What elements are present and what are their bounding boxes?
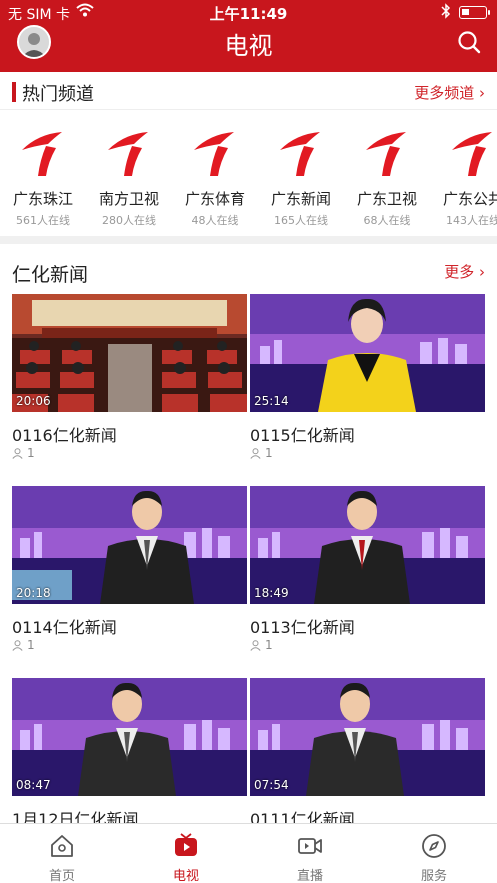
video-duration: 20:06 xyxy=(16,394,51,408)
channel-item[interactable]: 广东新闻 165人在线 xyxy=(258,112,344,230)
video-title: 0113仁化新闻 xyxy=(250,618,355,637)
compass-icon xyxy=(422,834,446,858)
status-bar: 无 SIM 卡 上午11:49 xyxy=(0,0,497,24)
channel-name: 广东公共 xyxy=(442,190,497,208)
channel-logo-icon xyxy=(452,132,492,176)
news-section-title: 仁化新闻 xyxy=(12,264,89,286)
channel-online-count: 143人在线 xyxy=(446,214,497,227)
channel-item[interactable]: 广东卫视 68人在线 xyxy=(344,112,430,230)
tv-icon xyxy=(175,833,197,856)
video-title: 0114仁化新闻 xyxy=(12,618,117,637)
channel-online-count: 165人在线 xyxy=(274,214,328,227)
video-thumbnail[interactable]: 25:14 xyxy=(250,294,485,412)
video-duration: 18:49 xyxy=(254,586,289,600)
channel-online-count: 48人在线 xyxy=(191,214,239,227)
channel-logo-icon xyxy=(194,132,234,176)
video-card[interactable]: 18:49 0113仁化新闻 1 xyxy=(250,486,485,676)
tab-live[interactable]: 直播 xyxy=(248,824,372,883)
channel-item[interactable]: 广东珠江 561人在线 xyxy=(0,112,86,230)
video-card[interactable]: 20:06 0116仁化新闻 1 xyxy=(12,294,247,484)
video-thumbnail[interactable]: 20:06 xyxy=(12,294,247,412)
video-title: 0116仁化新闻 xyxy=(12,426,117,445)
channel-logo-icon xyxy=(22,132,62,176)
video-title: 0115仁化新闻 xyxy=(250,426,355,445)
user-icon xyxy=(250,447,261,459)
hot-channels-header: 热门频道 更多频道 › xyxy=(0,72,497,110)
news-section-header: 仁化新闻 更多 › xyxy=(0,248,497,288)
user-icon xyxy=(250,639,261,651)
channel-name: 广东体育 xyxy=(184,190,245,208)
channel-item[interactable]: 南方卫视 280人在线 xyxy=(86,112,172,230)
video-card[interactable]: 25:14 0115仁化新闻 1 xyxy=(250,294,485,484)
video-duration: 20:18 xyxy=(16,586,51,600)
hot-channels-title: 热门频道 xyxy=(22,84,94,105)
page-title: 电视 xyxy=(224,32,273,60)
channel-logo-icon xyxy=(366,132,406,176)
tab-services[interactable]: 服务 xyxy=(372,824,496,883)
channel-online-count: 68人在线 xyxy=(363,214,411,227)
channel-item[interactable]: 广东公共 143人在线 xyxy=(430,112,497,230)
video-camera-icon xyxy=(298,838,322,854)
channel-online-count: 280人在线 xyxy=(102,214,156,227)
home-icon xyxy=(51,835,73,857)
channel-name: 广东新闻 xyxy=(270,190,331,208)
video-duration: 25:14 xyxy=(254,394,289,408)
tab-home[interactable]: 首页 xyxy=(0,824,124,883)
user-icon xyxy=(12,447,23,459)
channel-online-count: 561人在线 xyxy=(16,214,70,227)
top-header: 无 SIM 卡 上午11:49 电视 xyxy=(0,0,497,72)
video-duration: 07:54 xyxy=(254,778,289,792)
channel-item[interactable]: 广东体育 48人在线 xyxy=(172,112,258,230)
search-icon[interactable] xyxy=(457,30,481,54)
section-divider xyxy=(0,236,497,244)
battery-icon xyxy=(459,6,490,19)
channel-name: 广东卫视 xyxy=(356,190,417,208)
tab-label: 直播 xyxy=(296,869,323,883)
channel-name: 广东珠江 xyxy=(12,190,73,208)
video-thumbnail[interactable]: 07:54 xyxy=(250,678,485,796)
channel-name: 南方卫视 xyxy=(98,190,159,208)
channel-logo-icon xyxy=(280,132,320,176)
bluetooth-icon xyxy=(441,3,451,19)
tab-label: 首页 xyxy=(48,869,75,883)
news-more-link[interactable]: 更多 › xyxy=(444,261,485,282)
video-view-count: 1 xyxy=(12,446,35,460)
section-accent-bar xyxy=(12,82,16,102)
tab-label: 电视 xyxy=(172,869,199,883)
status-time: 上午11:49 xyxy=(209,5,288,23)
video-thumbnail[interactable]: 20:18 xyxy=(12,486,247,604)
user-icon xyxy=(12,639,23,651)
video-thumbnail[interactable]: 08:47 xyxy=(12,678,247,796)
video-view-count: 1 xyxy=(12,638,35,652)
video-view-count: 1 xyxy=(250,446,273,460)
video-thumbnail[interactable]: 18:49 xyxy=(250,486,485,604)
tab-tv[interactable]: 电视 xyxy=(124,824,248,883)
more-channels-link[interactable]: 更多频道 › xyxy=(414,82,485,103)
channel-list: 广东珠江 561人在线 南方卫视 280人在线 广东体育 48人在线 广东新闻 … xyxy=(0,112,497,230)
video-duration: 08:47 xyxy=(16,778,51,792)
video-view-count: 1 xyxy=(250,638,273,652)
bottom-tab-bar: 首页 电视 直播 服务 xyxy=(0,823,497,883)
tab-label: 服务 xyxy=(420,869,447,883)
channel-logo-icon xyxy=(108,132,148,176)
video-card[interactable]: 20:18 0114仁化新闻 1 xyxy=(12,486,247,676)
